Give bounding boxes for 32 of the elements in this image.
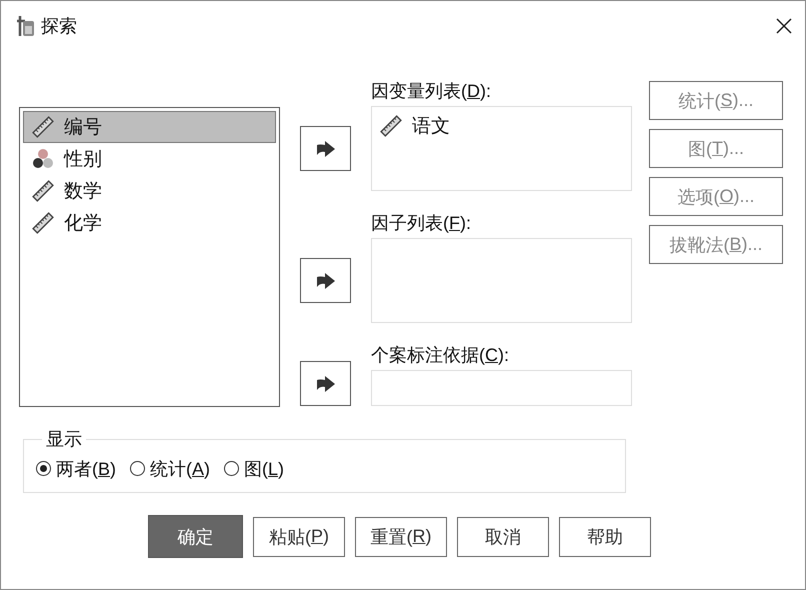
group-title: 显示 [45, 428, 83, 451]
variable-item[interactable]: 性别 [23, 143, 276, 175]
radio-button[interactable] [130, 461, 146, 476]
radio-button[interactable] [224, 461, 240, 476]
move-button[interactable] [300, 361, 351, 406]
move-button[interactable] [300, 258, 351, 303]
arrow-icon [316, 376, 336, 392]
radio-option[interactable]: 两者(B) [36, 456, 116, 480]
target-list[interactable]: 语文 [371, 106, 632, 191]
circles-icon [32, 148, 54, 170]
radio-option[interactable]: 统计(A) [130, 456, 210, 480]
radio-button[interactable] [36, 461, 51, 476]
variable-item[interactable]: 化学 [23, 207, 276, 239]
app-icon [15, 15, 35, 37]
dialog-button[interactable]: 帮助 [559, 516, 651, 556]
window-title: 探索 [41, 15, 78, 38]
radio-option[interactable]: 图(L) [224, 456, 284, 480]
move-button[interactable] [300, 126, 351, 171]
arrow-icon [316, 140, 336, 156]
dialog-button[interactable]: 粘贴(P) [253, 516, 345, 556]
variable-item[interactable]: 数学 [23, 175, 276, 207]
variable-item[interactable]: 语文 [380, 113, 623, 139]
list-label: 因变量列表(D): [371, 80, 492, 103]
arrow-icon [316, 272, 336, 288]
close-icon[interactable] [775, 17, 793, 35]
dialog-button[interactable]: 重置(R) [355, 516, 447, 556]
dialog-button[interactable]: 取消 [457, 516, 549, 556]
list-label: 个案标注依据(C): [371, 344, 510, 367]
input-field[interactable] [371, 370, 632, 406]
variable-item[interactable]: 编号 [23, 111, 276, 143]
list-label: 因子列表(F): [371, 212, 472, 235]
dialog-button[interactable]: 确定 [148, 515, 243, 558]
